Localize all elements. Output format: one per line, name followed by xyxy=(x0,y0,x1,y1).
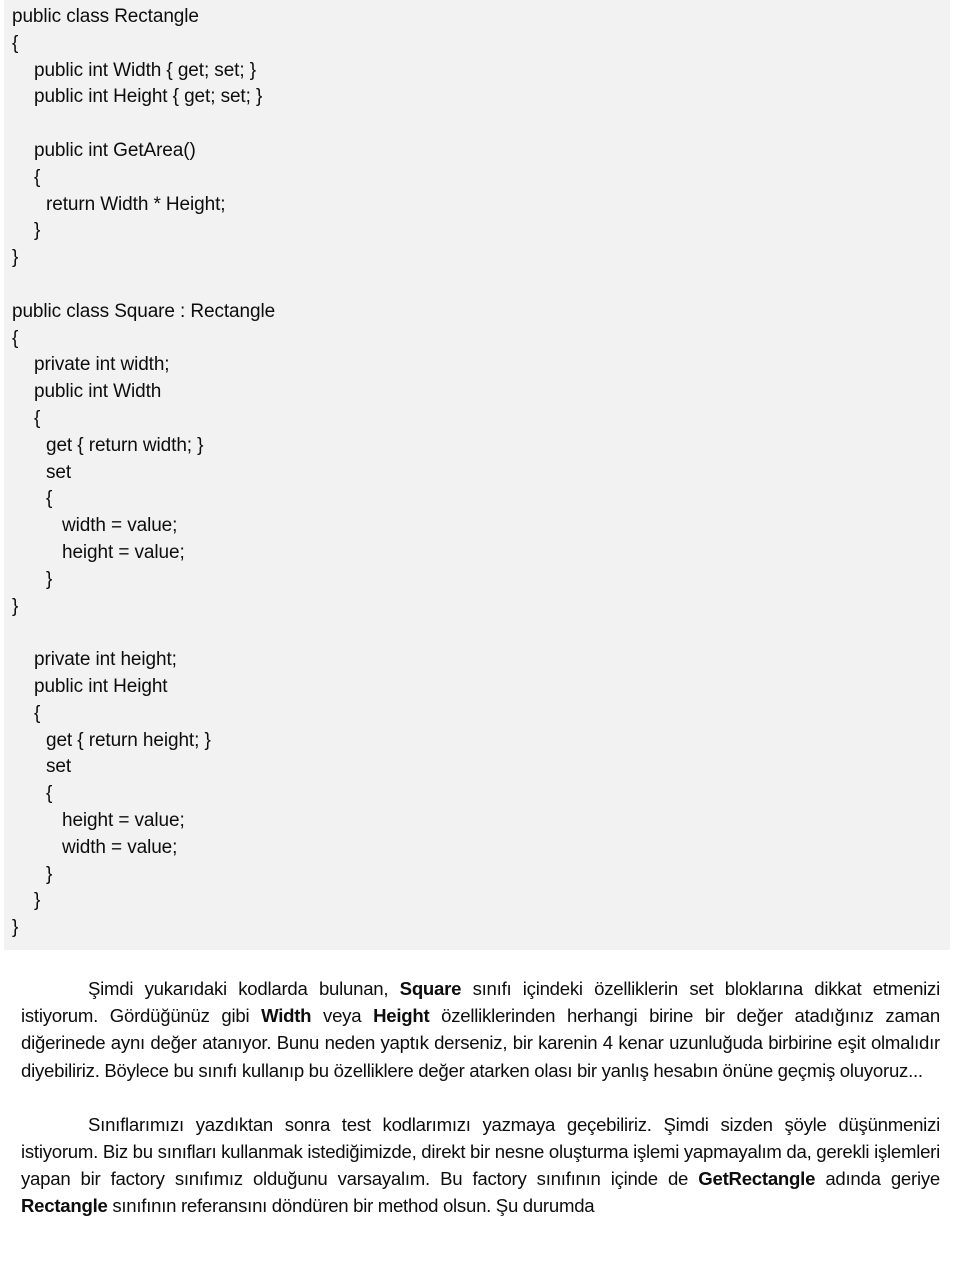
code-line: { xyxy=(46,783,53,805)
code-line: set xyxy=(46,461,72,483)
code-line: { xyxy=(34,166,41,188)
code-line: public int Height xyxy=(34,675,168,697)
code-block-csharp: public class Rectangle { public int Width … xyxy=(4,0,950,950)
code-line: public class Rectangle xyxy=(12,6,199,27)
code-line: width = value; xyxy=(62,836,178,858)
document-page: public class Rectangle { public int Width … xyxy=(0,0,960,1281)
emphasis-term: GetRectangle xyxy=(698,1168,816,1190)
prose-section: Şimdi yukarıdaki kodlarda bulunan, Squar… xyxy=(0,975,960,1220)
code-line: public int Width { get; set; } xyxy=(34,59,256,81)
code-line: { xyxy=(34,407,41,429)
emphasis-term: Square xyxy=(399,978,462,999)
emphasis-term: Width xyxy=(261,1005,312,1027)
code-line: public class Square : Rectangle xyxy=(12,300,276,322)
text-run: adında geriye xyxy=(815,1168,940,1190)
code-line: } xyxy=(12,595,19,617)
code-line: private int width; xyxy=(34,354,170,376)
code-line: { xyxy=(12,327,19,349)
paragraph-1: Şimdi yukarıdaki kodlarda bulunan, Squar… xyxy=(0,975,960,1084)
code-line: public int Height { get; set; } xyxy=(34,86,263,108)
code-line: height = value; xyxy=(62,541,185,563)
code-line: get { return height; } xyxy=(46,729,211,751)
code-line: { xyxy=(12,32,19,54)
code-line: width = value; xyxy=(62,515,178,537)
code-line: } xyxy=(12,917,19,939)
code-line: set xyxy=(46,756,72,778)
code-line: public int GetArea() xyxy=(34,139,196,161)
code-line: } xyxy=(46,568,53,590)
code-line: } xyxy=(46,863,53,885)
code-line: { xyxy=(34,702,41,724)
paragraph-2: Sınıflarımızı yazdıktan sonra test kodla… xyxy=(0,1111,960,1220)
code-line: } xyxy=(12,247,19,269)
text-run: Şimdi yukarıdaki kodlarda bulunan, xyxy=(88,978,400,999)
code-line: return Width * Height; xyxy=(46,193,226,215)
code-line: } xyxy=(34,220,41,242)
code-line: public int Width xyxy=(34,381,162,403)
text-run: veya xyxy=(311,1005,374,1027)
text-run: sınıfının referansını döndüren bir metho… xyxy=(107,1195,595,1217)
code-line: { xyxy=(46,488,53,510)
code-line: private int height; xyxy=(34,649,177,671)
emphasis-term: Height xyxy=(373,1005,430,1027)
code-line: } xyxy=(34,890,41,912)
code-line: get { return width; } xyxy=(46,434,204,456)
code-line: height = value; xyxy=(62,809,185,831)
emphasis-term: Rectangle xyxy=(21,1195,108,1217)
